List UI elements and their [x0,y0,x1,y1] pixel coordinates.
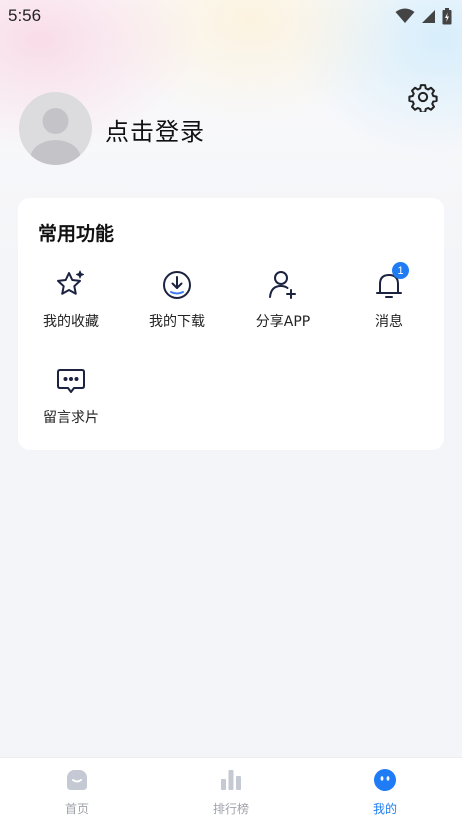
share-app-button[interactable]: 分享APP [230,268,336,342]
add-user-icon [266,268,300,302]
request-movie-button[interactable]: 留言求片 [18,364,124,438]
tab-profile-label: 我的 [372,802,397,816]
downloads-button[interactable]: 我的下载 [124,268,230,342]
bottom-tab-bar: 首页 排行榜 我的 [0,757,462,823]
settings-button[interactable] [406,80,440,114]
star-sparkle-icon [54,268,88,302]
tab-profile[interactable]: 我的 [308,758,462,823]
messages-label: 消息 [375,314,403,330]
tab-ranking-label: 排行榜 [212,802,249,816]
download-icon [160,268,194,302]
tab-home-label: 首页 [64,802,89,816]
tab-home[interactable]: 首页 [0,758,154,823]
downloads-label: 我的下载 [149,314,205,330]
status-time: 5:56 [8,6,42,25]
login-link[interactable]: 点击登录 [105,112,205,147]
battery-icon [442,7,452,24]
common-functions-card: 常用功能 我的收藏 我的下载 分享APP 1 消息 留言求片 [18,198,444,450]
default-avatar-icon [30,108,81,165]
bell-icon: 1 [372,262,409,302]
chat-bubble-icon [54,364,88,398]
tab-ranking[interactable]: 排行榜 [154,758,308,823]
gear-icon [408,84,438,112]
avatar[interactable] [19,92,92,165]
section-title: 常用功能 [38,223,115,245]
wifi-icon [395,8,415,23]
messages-button[interactable]: 1 消息 [336,262,442,342]
status-icons [395,7,452,25]
request-movie-label: 留言求片 [43,410,99,426]
status-bar: 5:56 [0,0,462,32]
cellular-signal-icon [422,9,435,23]
unread-badge: 1 [392,262,409,279]
share-app-label: 分享APP [255,314,311,330]
profile-face-icon [373,768,397,792]
ranking-bars-icon [219,768,243,792]
home-icon [65,768,89,792]
favorites-button[interactable]: 我的收藏 [18,268,124,342]
favorites-label: 我的收藏 [43,314,99,330]
